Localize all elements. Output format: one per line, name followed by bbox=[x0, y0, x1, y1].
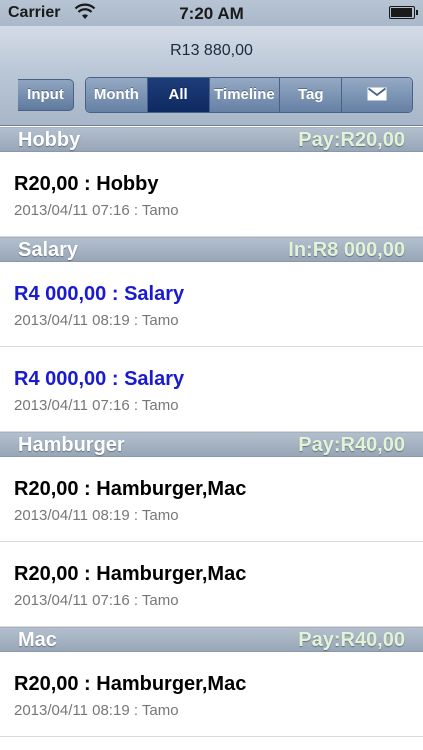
transaction-row[interactable]: R20,00 : Hamburger,Mac 2013/04/11 07:16 … bbox=[0, 542, 423, 627]
transaction-title: R4 000,00 : Salary bbox=[14, 368, 185, 390]
transaction-row[interactable]: R4 000,00 : Salary 2013/04/11 08:19 : Ta… bbox=[0, 262, 423, 347]
back-button-input[interactable]: Input bbox=[18, 79, 74, 111]
transaction-title: R20,00 : Hamburger,Mac bbox=[14, 563, 247, 585]
transaction-row[interactable]: R20,00 : Hobby 2013/04/11 07:16 : Tamo bbox=[0, 152, 423, 237]
section-total: Pay:R20,00 bbox=[298, 129, 405, 151]
transaction-detail: 2013/04/11 07:16 : Tamo bbox=[14, 202, 179, 219]
transaction-row[interactable]: R20,00 : Hamburger,Mac 2013/04/11 08:19 … bbox=[0, 457, 423, 542]
transaction-row[interactable]: R20,00 : Hamburger,Mac 2013/04/11 08:19 … bbox=[0, 652, 423, 737]
section-header-salary: Salary In:R8 000,00 bbox=[0, 237, 423, 262]
section-title: Hobby bbox=[18, 129, 81, 151]
section-header-hobby: Hobby Pay:R20,00 bbox=[0, 127, 423, 152]
section-total: Pay:R40,00 bbox=[298, 434, 405, 456]
transaction-row[interactable]: R4 000,00 : Salary 2013/04/11 07:16 : Ta… bbox=[0, 347, 423, 432]
segment-mail[interactable] bbox=[342, 78, 412, 112]
transaction-list: Hobby Pay:R20,00 R20,00 : Hobby 2013/04/… bbox=[0, 127, 423, 737]
section-title: Salary bbox=[18, 239, 79, 261]
clock: 7:20 AM bbox=[179, 4, 244, 23]
transaction-detail: 2013/04/11 08:19 : Tamo bbox=[14, 312, 179, 329]
section-total: In:R8 000,00 bbox=[288, 239, 405, 261]
status-bar: Carrier 7:20 AM bbox=[0, 0, 423, 26]
section-header-mac: Mac Pay:R40,00 bbox=[0, 627, 423, 652]
transaction-title: R4 000,00 : Salary bbox=[14, 283, 185, 305]
segment-month[interactable]: Month bbox=[86, 78, 148, 112]
mail-icon bbox=[367, 87, 387, 101]
transaction-title: R20,00 : Hamburger,Mac bbox=[14, 478, 247, 500]
transaction-detail: 2013/04/11 07:16 : Tamo bbox=[14, 397, 179, 414]
segment-timeline[interactable]: Timeline bbox=[209, 78, 281, 112]
navigation-bar: R13 880,00 Input Month All Timeline Tag bbox=[0, 26, 423, 126]
transaction-title: R20,00 : Hobby bbox=[14, 173, 159, 195]
total-balance: R13 880,00 bbox=[170, 42, 253, 59]
transaction-detail: 2013/04/11 08:19 : Tamo bbox=[14, 507, 179, 524]
view-segmented-control: Month All Timeline Tag bbox=[85, 77, 413, 113]
section-title: Mac bbox=[18, 629, 57, 651]
section-header-hamburger: Hamburger Pay:R40,00 bbox=[0, 432, 423, 457]
transaction-detail: 2013/04/11 07:16 : Tamo bbox=[14, 592, 179, 609]
transaction-detail: 2013/04/11 08:19 : Tamo bbox=[14, 702, 179, 719]
segment-all[interactable]: All bbox=[147, 78, 210, 112]
transaction-title: R20,00 : Hamburger,Mac bbox=[14, 673, 247, 695]
back-button-label: Input bbox=[27, 86, 64, 103]
battery-icon bbox=[389, 6, 418, 19]
section-total: Pay:R40,00 bbox=[298, 629, 405, 651]
segment-tag[interactable]: Tag bbox=[280, 78, 343, 112]
section-title: Hamburger bbox=[18, 434, 125, 456]
